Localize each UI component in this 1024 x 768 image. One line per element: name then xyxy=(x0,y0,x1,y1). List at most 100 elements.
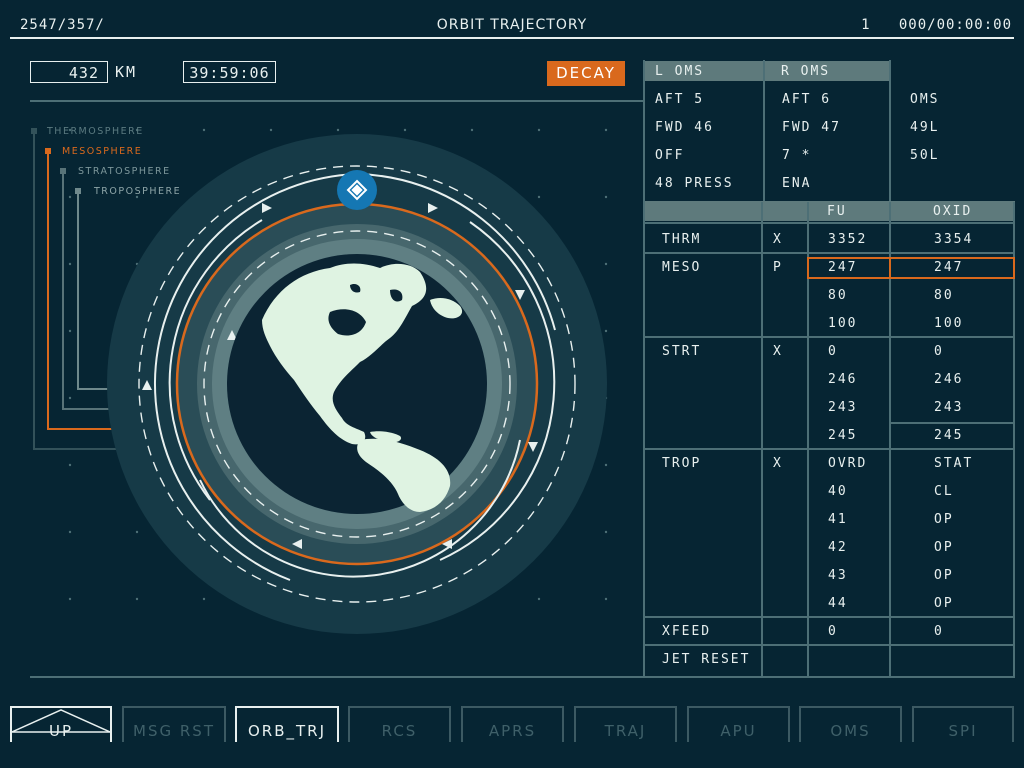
tab-label: MSG RST xyxy=(133,722,215,740)
oms-item: OMS xyxy=(910,92,940,107)
fu-value: 247 xyxy=(828,260,858,275)
oxid-value: STAT xyxy=(934,456,974,471)
r-oms-item: 7 * xyxy=(782,148,812,163)
grid-dot xyxy=(269,128,273,132)
row-label-trop: TROP xyxy=(662,456,702,471)
row-flag: X xyxy=(773,456,783,471)
prop-grid-line xyxy=(643,202,645,678)
grid-dot xyxy=(604,128,608,132)
altitude-readout: 432 xyxy=(30,61,108,83)
grid-dot xyxy=(604,463,608,467)
tab-traj[interactable]: TRAJ xyxy=(574,706,677,742)
layer-mesosphere[interactable]: MESOSPHERE xyxy=(62,146,142,157)
oms-grid-line xyxy=(889,60,891,202)
oms-grid-line xyxy=(763,60,765,202)
grid-dot xyxy=(336,128,340,132)
fu-value: 245 xyxy=(828,428,858,443)
tab-msg-rst[interactable]: MSG RST xyxy=(122,706,226,742)
r-oms-item: ENA xyxy=(782,176,812,191)
oxid-value: 0 xyxy=(934,344,944,359)
tab-label: ORB_TRJ xyxy=(247,722,327,740)
grid-dot xyxy=(68,396,72,400)
tab-label: TRAJ xyxy=(604,722,647,740)
grid-dot xyxy=(537,195,541,199)
tab-apu[interactable]: APU xyxy=(687,706,790,742)
prop-grid-line xyxy=(643,252,1015,254)
grid-dot xyxy=(68,329,72,333)
mesosphere-marker xyxy=(45,148,51,154)
grid-dot xyxy=(604,597,608,601)
oxid-value: 245 xyxy=(934,428,964,443)
troposphere-marker xyxy=(75,188,81,194)
l-oms-item: AFT 5 xyxy=(655,92,705,107)
l-oms-header: L OMS xyxy=(655,64,705,79)
oxid-value: OP xyxy=(934,512,954,527)
l-oms-item: OFF xyxy=(655,148,685,163)
grid-dot xyxy=(537,128,541,132)
mission-clock: 1 000/00:00:00 xyxy=(861,17,1012,33)
tab-up[interactable]: UP xyxy=(10,706,112,742)
thermosphere-marker xyxy=(31,128,37,134)
grid-dot xyxy=(68,262,72,266)
tab-label: SPI xyxy=(948,722,978,740)
layer-thermosphere[interactable]: THERMOSPHERE xyxy=(47,126,144,137)
prop-grid-line xyxy=(643,616,1015,618)
tab-oms[interactable]: OMS xyxy=(799,706,902,742)
fu-value: 42 xyxy=(828,540,848,555)
grid-dot xyxy=(403,128,407,132)
layer-stratosphere[interactable]: STRATOSPHERE xyxy=(78,166,171,177)
fu-value: 41 xyxy=(828,512,848,527)
countdown-timer: 39:59:06 xyxy=(183,61,276,83)
row-label-thrm: THRM xyxy=(662,232,702,247)
grid-dot xyxy=(470,128,474,132)
fu-value: 100 xyxy=(828,316,858,331)
oxid-value: 80 xyxy=(934,288,954,303)
fu-value: 43 xyxy=(828,568,848,583)
oxid-value: 100 xyxy=(934,316,964,331)
grid-dot xyxy=(604,262,608,266)
oxid-value: CL xyxy=(934,484,954,499)
tab-rcs[interactable]: RCS xyxy=(348,706,451,742)
tab-aprs[interactable]: APRS xyxy=(461,706,564,742)
grid-dot xyxy=(68,530,72,534)
row-flag: X xyxy=(773,232,783,247)
tab-orb-trj[interactable]: ORB_TRJ xyxy=(235,706,339,742)
grid-dot xyxy=(604,329,608,333)
tab-label: APU xyxy=(720,722,757,740)
fu-value: 243 xyxy=(828,400,858,415)
l-oms-item: FWD 46 xyxy=(655,120,714,135)
fu-value: OVRD xyxy=(828,456,868,471)
fu-value: 40 xyxy=(828,484,848,499)
row-label-strt: STRT xyxy=(662,344,702,359)
stratosphere-marker xyxy=(60,168,66,174)
row-label-meso: MESO xyxy=(662,260,702,275)
jet-reset-button[interactable]: JET RESET xyxy=(662,652,750,667)
col-fu: FU xyxy=(827,204,847,219)
col-oxid: OXID xyxy=(933,204,973,219)
fu-value: 0 xyxy=(828,624,838,639)
grid-dot xyxy=(68,463,72,467)
tab-label: APRS xyxy=(488,722,537,740)
grid-dot xyxy=(68,597,72,601)
grid-dot xyxy=(604,195,608,199)
layer-troposphere[interactable]: TROPOSPHERE xyxy=(94,186,181,197)
row-label-xfeed[interactable]: XFEED xyxy=(662,624,711,639)
tab-spi[interactable]: SPI xyxy=(912,706,1014,742)
decay-button[interactable]: DECAY xyxy=(547,61,625,86)
oxid-value: OP xyxy=(934,568,954,583)
grid-dot xyxy=(68,195,72,199)
prop-grid-line xyxy=(643,222,1015,224)
fu-value: 0 xyxy=(828,344,838,359)
oms-item: 49L xyxy=(910,120,940,135)
row-flag: P xyxy=(773,260,783,275)
grid-dot xyxy=(202,597,206,601)
prop-grid-line xyxy=(643,676,1015,678)
r-oms-item: AFT 6 xyxy=(782,92,832,107)
prop-grid-line xyxy=(643,336,1015,338)
oms-grid-line xyxy=(643,60,645,202)
grid-dot xyxy=(135,530,139,534)
tab-label: OMS xyxy=(830,722,871,740)
grid-dot xyxy=(135,597,139,601)
prop-grid-line xyxy=(643,644,1015,646)
propulsion-panel: L OMS R OMS AFT 5 FWD 46 OFF 48 PRESS AF… xyxy=(643,60,1015,678)
